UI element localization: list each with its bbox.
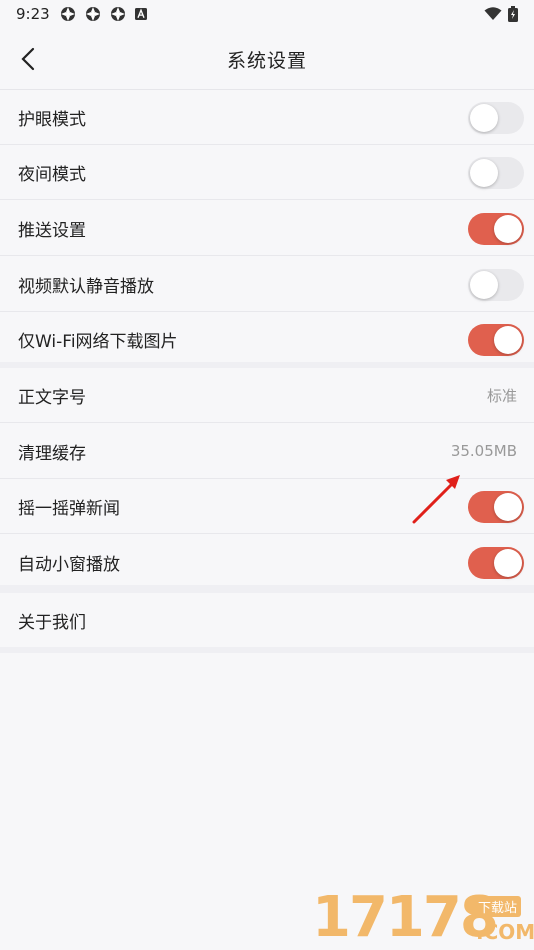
setting-label: 自动小窗播放 — [18, 555, 120, 575]
app-notification-icon — [85, 7, 100, 21]
video-mute-toggle[interactable] — [468, 269, 524, 301]
setting-label: 夜间模式 — [18, 164, 86, 185]
setting-row-about[interactable]: 关于我们 — [0, 593, 534, 647]
section-divider — [0, 585, 534, 593]
watermark-suffix: .COM — [476, 920, 534, 944]
wifi-icon — [484, 7, 502, 20]
setting-row-wifi-images[interactable]: 仅Wi-Fi网络下载图片 — [0, 312, 534, 367]
setting-row-mini-player[interactable]: 自动小窗播放 — [0, 535, 534, 590]
watermark-badge: 下载站 — [474, 896, 522, 917]
watermark-number: 17178 — [312, 885, 499, 950]
mini-player-toggle[interactable] — [468, 547, 524, 579]
font-size-value: 标准 — [486, 386, 517, 405]
setting-row-video-mute[interactable]: 视频默认静音播放 — [0, 257, 534, 312]
setting-label: 推送设置 — [18, 220, 86, 241]
status-time: 9:23 — [16, 5, 50, 23]
setting-label: 视频默认静音播放 — [18, 276, 154, 297]
setting-label: 清理缓存 — [18, 443, 86, 464]
setting-label: 关于我们 — [18, 612, 86, 633]
status-bar: 9:23 — [0, 0, 534, 28]
push-toggle[interactable] — [468, 213, 524, 245]
setting-label: 仅Wi-Fi网络下载图片 — [18, 332, 178, 352]
a-notification-icon — [134, 8, 147, 20]
eye-care-toggle[interactable] — [468, 102, 524, 134]
shake-news-toggle[interactable] — [468, 491, 524, 523]
wifi-images-toggle[interactable] — [468, 324, 524, 356]
app-notification-icon — [110, 7, 125, 21]
section-divider — [0, 647, 534, 653]
chevron-left-icon[interactable] — [14, 44, 44, 74]
annotation-arrow-icon — [412, 475, 460, 524]
setting-row-night-mode[interactable]: 夜间模式 — [0, 145, 534, 200]
battery-charging-icon — [508, 6, 518, 22]
night-mode-toggle[interactable] — [468, 157, 524, 189]
app-notification-icon — [60, 7, 75, 21]
cache-size-value: 35.05MB — [450, 442, 517, 460]
page-title: 系统设置 — [226, 49, 307, 72]
setting-row-push[interactable]: 推送设置 — [0, 201, 534, 256]
setting-label: 正文字号 — [18, 387, 86, 408]
watermark-logo: 17178 下载站 .COM — [306, 888, 534, 950]
setting-row-eye-care[interactable]: 护眼模式 — [0, 90, 534, 145]
header-bar: 系统设置 — [0, 30, 534, 88]
setting-label: 护眼模式 — [18, 109, 86, 130]
setting-label: 摇一摇弹新闻 — [18, 498, 120, 519]
setting-row-font-size[interactable]: 正文字号 标准 — [0, 368, 534, 423]
status-right-icons — [484, 6, 518, 22]
